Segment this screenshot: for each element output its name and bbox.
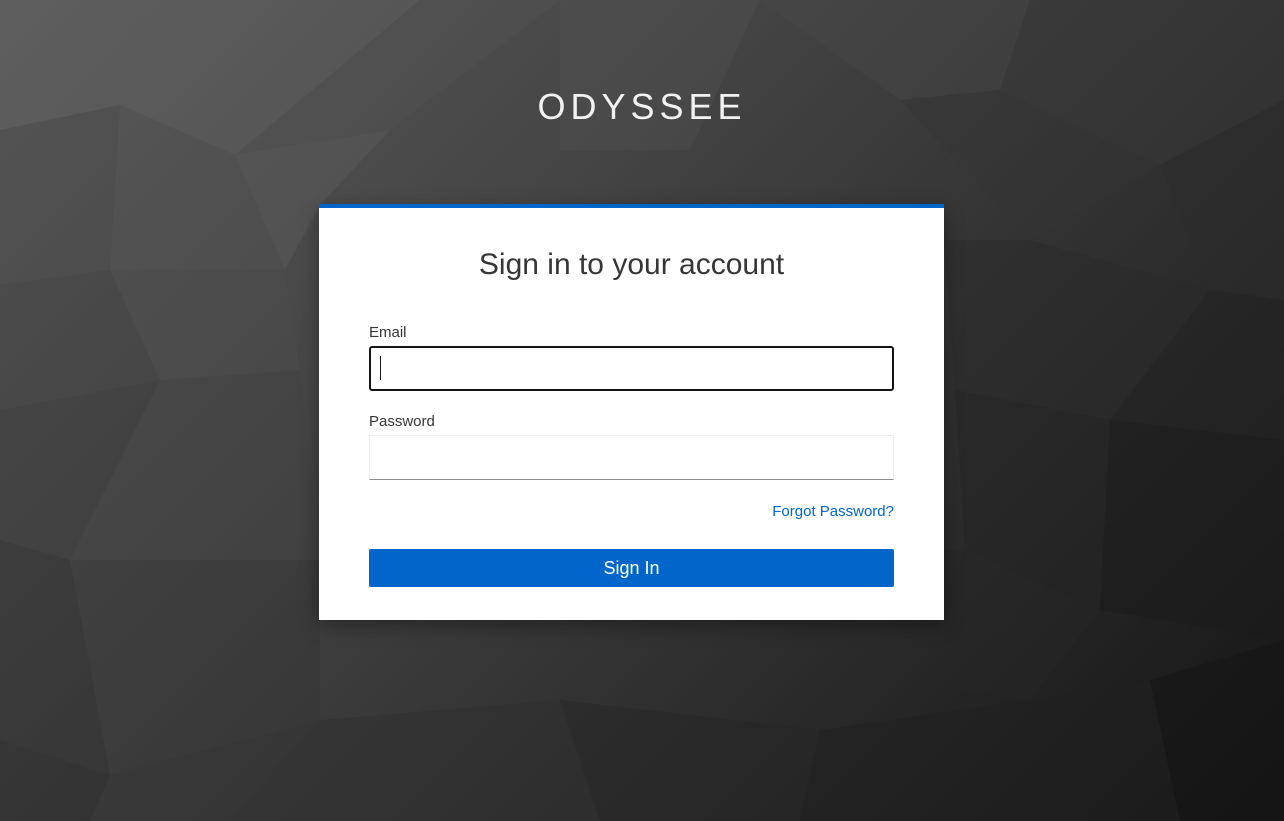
- email-field[interactable]: [369, 346, 894, 391]
- sign-in-button[interactable]: Sign In: [369, 549, 894, 587]
- password-field[interactable]: [369, 435, 894, 480]
- text-caret: [380, 356, 381, 380]
- login-title: Sign in to your account: [478, 248, 785, 281]
- email-label: Email: [369, 324, 407, 341]
- password-label: Password: [369, 413, 435, 430]
- login-card: Sign in to your account Email Password F…: [319, 204, 944, 620]
- brand-logo: ODYSSEE: [537, 86, 747, 127]
- forgot-password-link[interactable]: Forgot Password?: [772, 503, 894, 520]
